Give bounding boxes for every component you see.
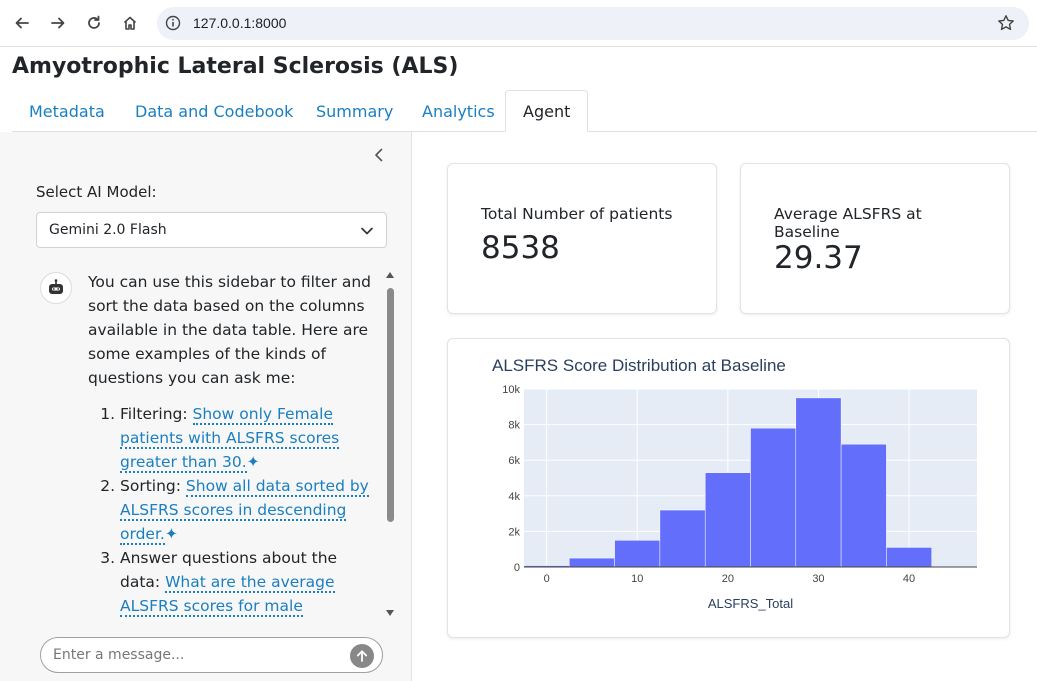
y-tick-label: 6k [508, 455, 520, 467]
tab-summary[interactable]: Summary [299, 90, 410, 132]
reload-icon[interactable] [83, 12, 105, 34]
histogram-bar [750, 427, 797, 568]
chat-input-box [40, 637, 383, 673]
collapse-sidebar-icon[interactable] [370, 146, 388, 164]
y-tick-label: 4k [508, 491, 520, 503]
message-intro: You can use this sidebar to filter and s… [88, 273, 372, 387]
tab-agent[interactable]: Agent [505, 90, 589, 132]
scroll-down-arrow[interactable] [386, 610, 394, 616]
value-box-value: 8538 [481, 230, 560, 266]
y-tick-label: 2k [508, 526, 520, 538]
scroll-up-arrow[interactable] [386, 272, 394, 278]
url-text: 127.0.0.1:8000 [193, 15, 287, 31]
bot-avatar [40, 272, 72, 304]
address-bar[interactable]: 127.0.0.1:8000 [157, 7, 1029, 40]
histogram-bar [659, 509, 706, 568]
value-box-total-patients: Total Number of patients 8538 [447, 163, 717, 314]
send-button[interactable] [350, 644, 374, 668]
sparkle-icon[interactable]: ✦ [247, 453, 260, 471]
tab-bar: Metadata Data and Codebook Summary Analy… [12, 90, 1037, 132]
value-box-label: Total Number of patients [481, 205, 673, 223]
page-title: Amyotrophic Lateral Sclerosis (ALS) [12, 54, 459, 79]
histogram-bar [614, 540, 661, 568]
histogram-bar [704, 472, 751, 568]
chat-scrollbar[interactable] [384, 272, 396, 622]
x-axis-label: ALSFRS_Total [708, 596, 793, 611]
item-prefix: Sorting: [120, 477, 181, 495]
y-tick-label: 0 [514, 562, 520, 574]
histogram-bar [795, 397, 842, 568]
x-tick-label: 0 [544, 573, 550, 585]
chevron-down-icon [361, 227, 373, 235]
histogram-bar [840, 443, 887, 568]
home-icon[interactable] [119, 12, 141, 34]
forward-icon[interactable] [47, 12, 69, 34]
robot-icon [49, 279, 63, 294]
x-tick-label: 10 [631, 573, 643, 585]
chart-card: ALSFRS Score Distribution at Baseline 02… [447, 338, 1010, 638]
x-tick-label: 30 [812, 573, 824, 585]
back-icon[interactable] [11, 12, 33, 34]
bookmark-star-icon[interactable] [997, 14, 1015, 32]
value-box-label: Average ALSFRS at Baseline [774, 205, 922, 241]
tab-metadata[interactable]: Metadata [12, 90, 122, 132]
list-item: Answer questions about the data: What ar… [120, 546, 378, 623]
list-item: Filtering: Show only Female patients wit… [120, 402, 378, 474]
model-select[interactable]: Gemini 2.0 Flash [36, 212, 387, 248]
y-tick-label: 8k [508, 420, 520, 432]
histogram-bar [886, 547, 932, 568]
message-input[interactable] [53, 645, 333, 665]
agent-sidebar: Select AI Model: Gemini 2.0 Flash You ca… [0, 132, 412, 681]
model-select-label: Select AI Model: [36, 183, 157, 201]
browser-toolbar: 127.0.0.1:8000 [0, 0, 1037, 47]
site-info-icon[interactable] [165, 15, 181, 31]
histogram-chart: 0 2k 4k 6k 8k 10k 0 10 20 30 40 ALSFRS_Total [502, 384, 977, 611]
chat-messages: You can use this sidebar to filter and s… [36, 268, 402, 623]
scroll-thumb[interactable] [387, 288, 394, 522]
tab-data-and-codebook[interactable]: Data and Codebook [118, 90, 310, 132]
model-select-value: Gemini 2.0 Flash [49, 222, 167, 238]
histogram-bar [569, 557, 615, 568]
example-list: Filtering: Show only Female patients wit… [88, 402, 378, 623]
value-box-average-alsfrs: Average ALSFRS at Baseline 29.37 [740, 163, 1010, 314]
x-tick-label: 20 [722, 573, 734, 585]
x-tick-label: 40 [903, 573, 915, 585]
tab-analytics[interactable]: Analytics [405, 90, 512, 132]
list-item: Sorting: Show all data sorted by ALSFRS … [120, 474, 378, 546]
item-prefix: Filtering: [120, 405, 188, 423]
arrow-up-icon [356, 650, 368, 662]
value-box-value: 29.37 [774, 240, 863, 276]
y-tick-label: 10k [502, 384, 520, 396]
sparkle-icon[interactable]: ✦ [165, 525, 178, 543]
assistant-message: You can use this sidebar to filter and s… [88, 270, 378, 623]
